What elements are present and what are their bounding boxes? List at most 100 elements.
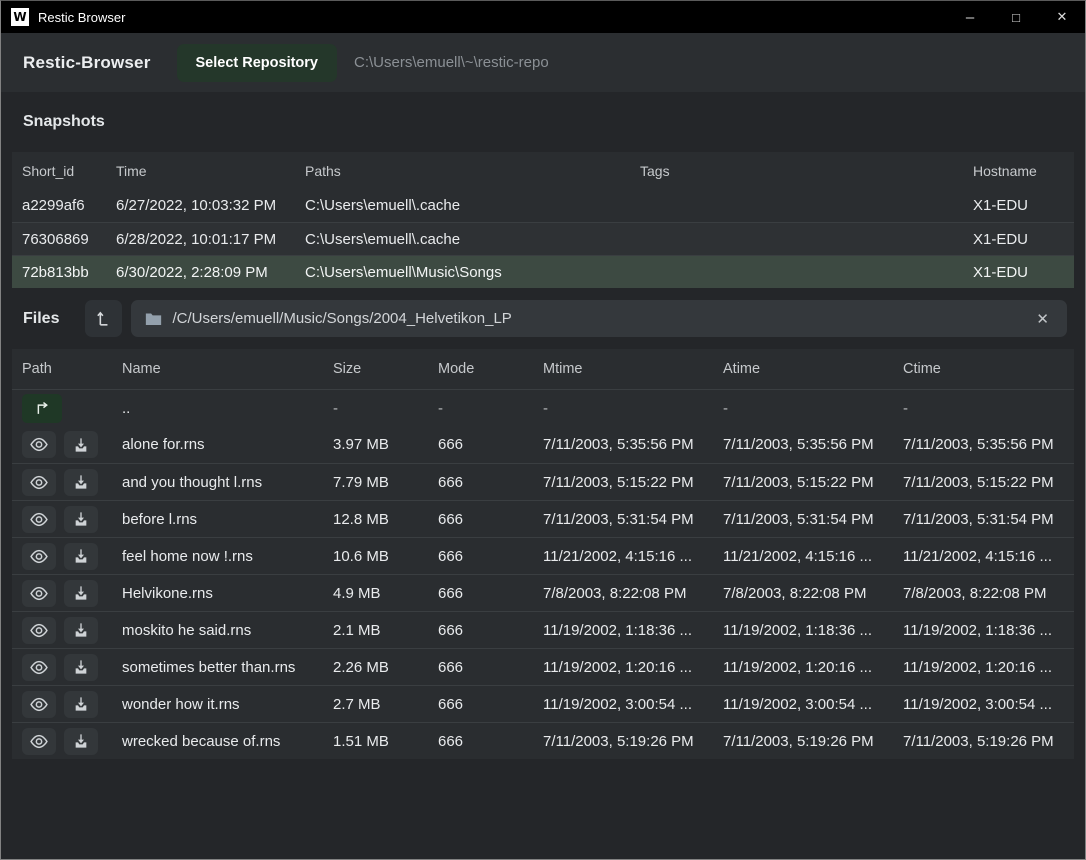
file-row: before l.rns 12.8 MB 666 7/11/2003, 5:31… [12,500,1074,537]
file-size: 3.97 MB [333,436,438,453]
eye-icon [29,475,49,490]
file-mode: 666 [438,436,543,453]
file-size: 1.51 MB [333,733,438,750]
snapshot-time: 6/27/2022, 10:03:32 PM [116,197,305,214]
file-mode: 666 [438,696,543,713]
preview-file-button[interactable] [22,431,56,458]
download-file-button[interactable] [64,580,98,607]
column-header-atime: Atime [723,361,903,377]
file-tree-toggle-button[interactable] [85,300,122,337]
restic-browser-window: W Restic Browser – □ ✕ Restic-Browser Se… [0,0,1086,860]
snapshot-row[interactable]: 76306869 6/28/2022, 10:01:17 PM C:\Users… [12,222,1074,255]
preview-file-button[interactable] [22,691,56,718]
preview-file-button[interactable] [22,469,56,496]
file-ctime: 7/11/2003, 5:35:56 PM [903,436,1074,453]
file-atime: 11/19/2002, 3:00:54 ... [723,696,903,713]
file-atime: - [723,400,903,417]
file-size: 7.79 MB [333,474,438,491]
file-row: moskito he said.rns 2.1 MB 666 11/19/200… [12,611,1074,648]
file-name: before l.rns [122,511,333,528]
preview-file-button[interactable] [22,728,56,755]
file-atime: 7/11/2003, 5:35:56 PM [723,436,903,453]
column-header-mode: Mode [438,361,543,377]
file-mode: 666 [438,474,543,491]
maximize-icon[interactable]: □ [993,1,1039,33]
download-file-button[interactable] [64,431,98,458]
file-atime: 11/19/2002, 1:18:36 ... [723,622,903,639]
snapshots-table: Short_id Time Paths Tags Hostname a2299a… [12,152,1074,288]
files-table: Path Name Size Mode Mtime Atime Ctime .. [12,349,1074,759]
eye-icon [29,586,49,601]
download-file-button[interactable] [64,506,98,533]
files-title: Files [23,310,59,328]
file-atime: 7/11/2003, 5:19:26 PM [723,733,903,750]
snapshot-row[interactable]: 72b813bb 6/30/2022, 2:28:09 PM C:\Users\… [12,255,1074,288]
download-file-button[interactable] [64,469,98,496]
column-header-path: Path [22,361,122,377]
file-ctime: 7/11/2003, 5:15:22 PM [903,474,1074,491]
snapshot-paths: C:\Users\emuell\Music\Songs [305,264,640,281]
file-mtime: 7/11/2003, 5:35:56 PM [543,436,723,453]
file-size: 2.1 MB [333,622,438,639]
file-atime: 7/11/2003, 5:31:54 PM [723,511,903,528]
download-file-button[interactable] [64,654,98,681]
snapshot-time: 6/30/2022, 2:28:09 PM [116,264,305,281]
repository-path-field[interactable]: C:\Users\emuell\~\restic-repo [354,54,549,71]
preview-file-button[interactable] [22,506,56,533]
minimize-icon[interactable]: – [947,1,993,33]
file-mtime: 11/19/2002, 1:20:16 ... [543,659,723,676]
download-icon [73,733,89,749]
select-repository-button[interactable]: Select Repository [177,44,338,82]
file-mtime: 7/11/2003, 5:31:54 PM [543,511,723,528]
app-brand-title: Restic-Browser [23,53,151,73]
download-icon [73,437,89,453]
file-name: Helvikone.rns [122,585,333,602]
snapshots-table-header: Short_id Time Paths Tags Hostname [12,152,1074,189]
file-row: wrecked because of.rns 1.51 MB 666 7/11/… [12,722,1074,759]
column-header-ctime: Ctime [903,361,1074,377]
snapshots-section-head: Snapshots [1,92,1085,152]
file-path-value: /C/Users/emuell/Music/Songs/2004_Helveti… [172,310,1024,327]
file-mode: 666 [438,733,543,750]
go-up-directory-button[interactable] [22,394,62,423]
download-file-button[interactable] [64,617,98,644]
file-row: feel home now !.rns 10.6 MB 666 11/21/20… [12,537,1074,574]
file-ctime: 11/19/2002, 1:18:36 ... [903,622,1074,639]
window-title: Restic Browser [38,10,125,25]
eye-icon [29,512,49,527]
preview-file-button[interactable] [22,654,56,681]
file-size: 12.8 MB [333,511,438,528]
download-file-button[interactable] [64,691,98,718]
snapshot-time: 6/28/2022, 10:01:17 PM [116,231,305,248]
file-ctime: 7/11/2003, 5:31:54 PM [903,511,1074,528]
file-mode: 666 [438,659,543,676]
file-mtime: 7/11/2003, 5:19:26 PM [543,733,723,750]
eye-icon [29,549,49,564]
file-mtime: 11/21/2002, 4:15:16 ... [543,548,723,565]
file-path-input[interactable]: /C/Users/emuell/Music/Songs/2004_Helveti… [131,300,1067,337]
file-size: 4.9 MB [333,585,438,602]
titlebar: W Restic Browser – □ ✕ [1,1,1085,33]
column-header-time: Time [116,163,305,179]
download-file-button[interactable] [64,543,98,570]
parent-directory-row: .. - - - - - [12,389,1074,426]
file-row: Helvikone.rns 4.9 MB 666 7/8/2003, 8:22:… [12,574,1074,611]
preview-file-button[interactable] [22,617,56,644]
file-name: feel home now !.rns [122,548,333,565]
file-atime: 7/11/2003, 5:15:22 PM [723,474,903,491]
files-section-head: Files /C/Users/emuell/Music/Songs/2004_H… [1,288,1085,349]
clear-path-icon[interactable]: ✕ [1032,308,1053,330]
file-mode: 666 [438,511,543,528]
file-size: 2.26 MB [333,659,438,676]
eye-icon [29,734,49,749]
preview-file-button[interactable] [22,580,56,607]
file-mtime: 11/19/2002, 1:18:36 ... [543,622,723,639]
file-size: - [333,400,438,417]
download-icon [73,622,89,638]
close-icon[interactable]: ✕ [1039,1,1085,33]
preview-file-button[interactable] [22,543,56,570]
snapshot-row[interactable]: a2299af6 6/27/2022, 10:03:32 PM C:\Users… [12,189,1074,222]
download-file-button[interactable] [64,728,98,755]
file-mtime: - [543,400,723,417]
snapshot-hostname: X1-EDU [973,197,1074,214]
